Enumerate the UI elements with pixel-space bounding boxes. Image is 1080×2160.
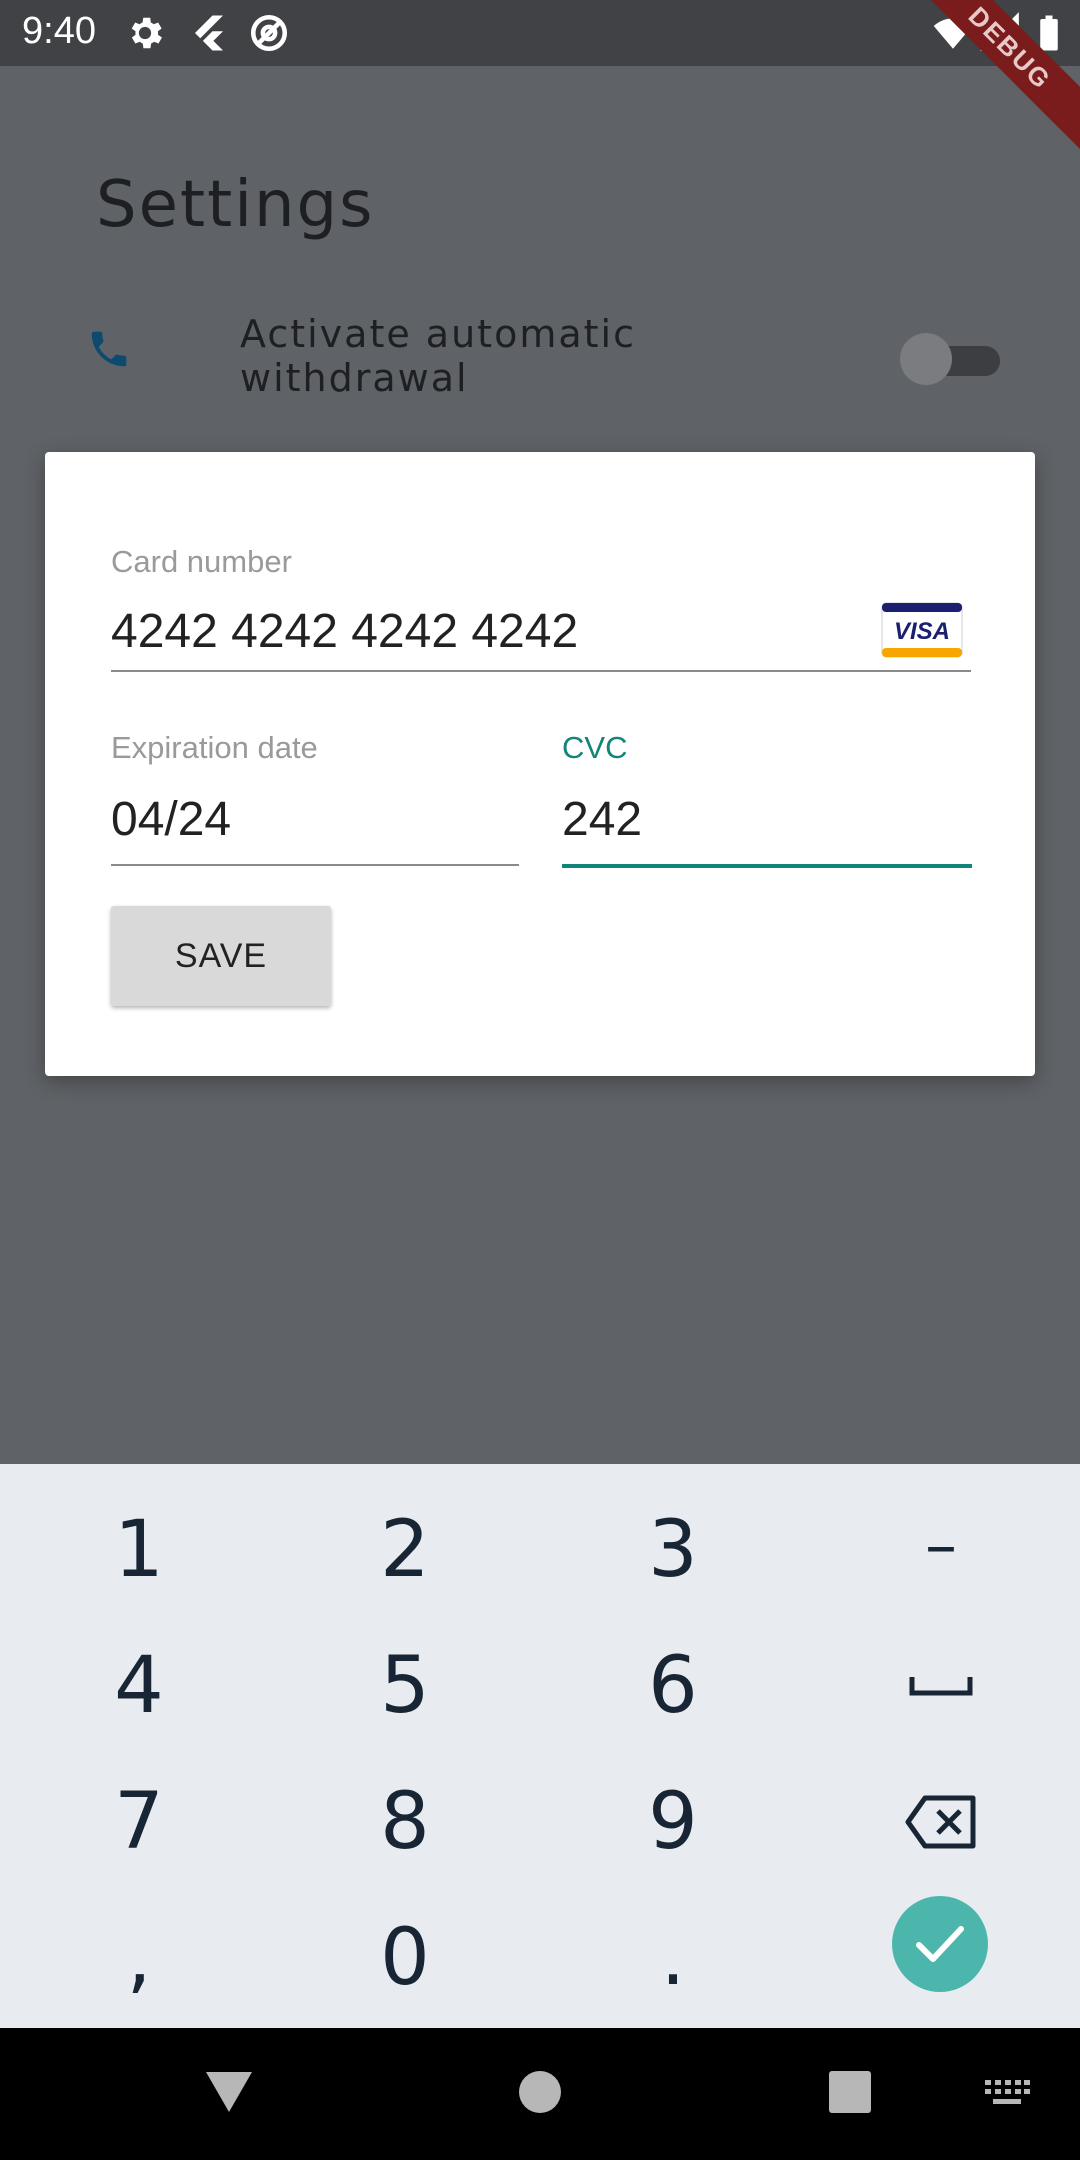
checkmark-icon [916, 1926, 964, 1962]
status-time: 9:40 [22, 10, 96, 52]
key-1[interactable]: 1 [4, 1482, 274, 1618]
key-enter[interactable] [892, 1896, 988, 1992]
card-number-field[interactable]: 4242 4242 4242 4242 VISA [111, 600, 971, 670]
home-icon[interactable] [518, 2070, 562, 2114]
gear-icon [131, 17, 162, 49]
setting-label-automatic-withdrawal: Activate automatic withdrawal [240, 312, 636, 400]
space-icon [909, 1677, 973, 1696]
key-6[interactable]: 6 [538, 1618, 808, 1754]
navigation-bar [0, 2028, 1080, 2160]
key-9[interactable]: 9 [538, 1754, 808, 1890]
cvc-field[interactable]: 242 [562, 792, 972, 858]
status-bar: 9:40 DEBUG [0, 0, 1080, 156]
page-title: Settings [96, 168, 375, 242]
visa-brand-text: VISA [894, 618, 950, 645]
key-space[interactable] [806, 1618, 1076, 1754]
key-dash[interactable]: – [806, 1478, 1076, 1614]
cvc-value: 242 [562, 793, 643, 846]
key-4[interactable]: 4 [4, 1618, 274, 1754]
backspace-icon [905, 1795, 976, 1849]
recents-icon[interactable] [828, 2070, 872, 2114]
flutter-icon [195, 15, 223, 51]
card-number-underline [111, 670, 971, 672]
cvc-underline [562, 864, 972, 868]
key-backspace[interactable] [806, 1754, 1076, 1890]
key-8[interactable]: 8 [270, 1754, 540, 1890]
card-number-label: Card number [111, 544, 292, 579]
key-3[interactable]: 3 [538, 1482, 808, 1618]
at-sign-icon [250, 14, 288, 52]
expiration-date-value: 04/24 [111, 793, 232, 846]
back-icon[interactable] [204, 2070, 254, 2114]
card-details-dialog: Card number 4242 4242 4242 4242 VISA Exp… [45, 452, 1035, 1076]
key-comma[interactable]: , [4, 1890, 274, 2026]
key-period[interactable]: . [538, 1890, 808, 2026]
key-7[interactable]: 7 [4, 1754, 274, 1890]
keyboard-switch-icon[interactable] [984, 2078, 1030, 2108]
visa-icon: VISA [881, 602, 963, 658]
numeric-keyboard: 1 2 3 – 4 5 6 7 8 9 , 0 . [0, 1464, 1080, 2028]
automatic-withdrawal-toggle[interactable] [900, 333, 1000, 385]
toggle-thumb [900, 333, 952, 385]
save-button[interactable]: SAVE [111, 906, 331, 1006]
key-5[interactable]: 5 [270, 1618, 540, 1754]
key-2[interactable]: 2 [270, 1482, 540, 1618]
phone-icon [91, 331, 127, 367]
expiration-date-label: Expiration date [111, 730, 318, 765]
key-0[interactable]: 0 [270, 1890, 540, 2026]
expiration-date-underline [111, 864, 519, 866]
cvc-label: CVC [562, 730, 628, 765]
expiration-date-field[interactable]: 04/24 [111, 792, 519, 858]
card-number-value: 4242 4242 4242 4242 [111, 605, 579, 658]
